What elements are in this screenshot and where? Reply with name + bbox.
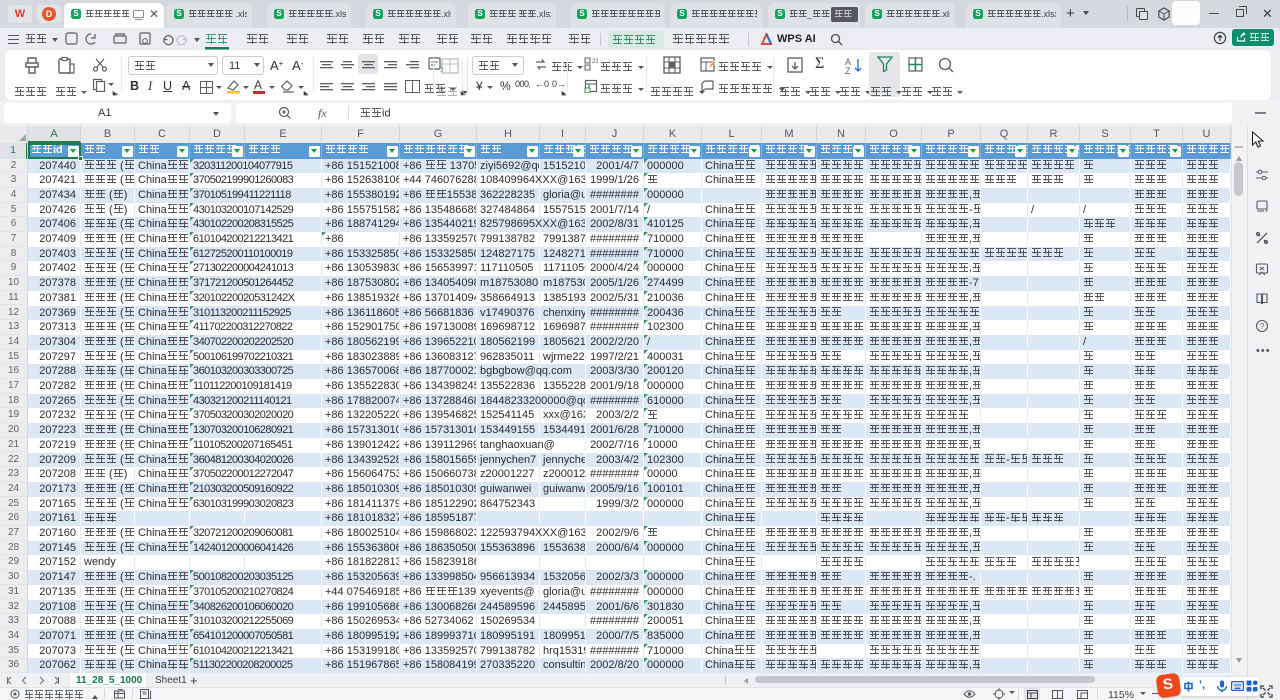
svg-text:?: ?: [1260, 322, 1265, 331]
svg-text:23: 23: [592, 59, 598, 65]
svg-text:Z: Z: [845, 66, 851, 74]
